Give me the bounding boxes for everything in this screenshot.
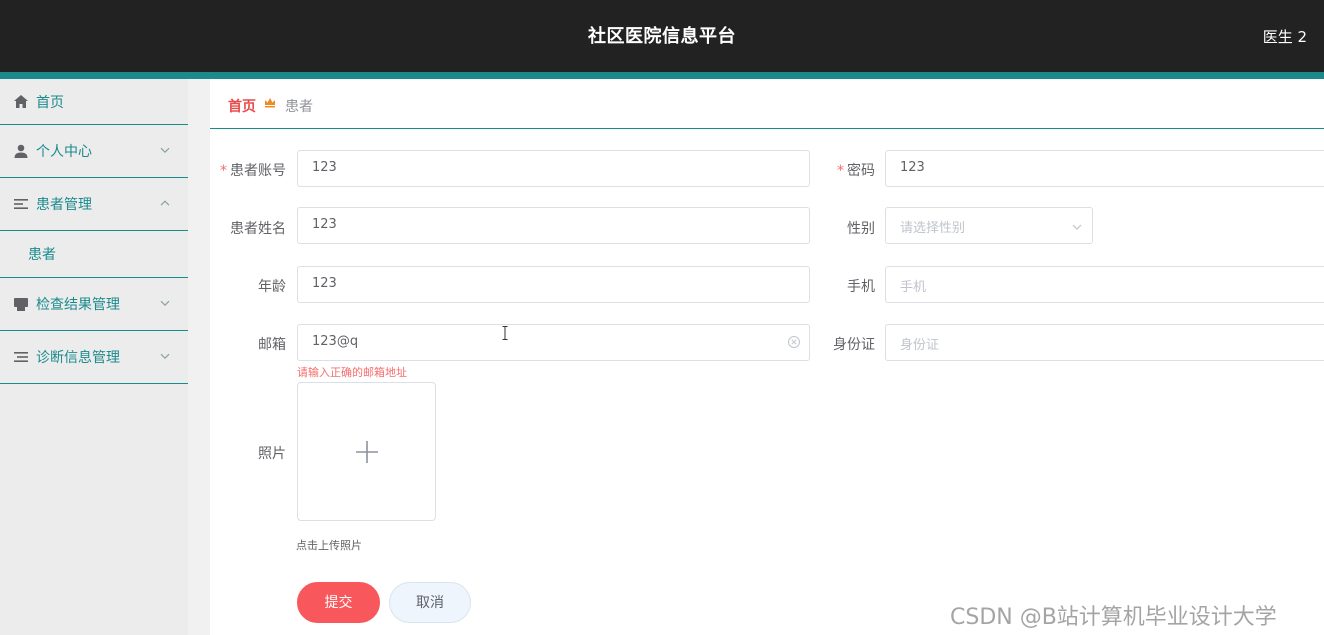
idcard-input[interactable]: 身份证 xyxy=(885,324,1324,361)
sidebar-subitem-patient[interactable]: 患者 xyxy=(0,231,188,278)
photo-label: 照片 xyxy=(258,446,286,462)
account-input[interactable]: 123 xyxy=(297,150,810,187)
sidebar-item-personal-center[interactable]: 个人中心 xyxy=(0,125,188,178)
crown-icon xyxy=(264,96,276,110)
watermark-text: CSDN @B站计算机毕业设计大学 xyxy=(950,605,1277,630)
sidebar-item-label: 诊断信息管理 xyxy=(36,350,120,366)
list-icon xyxy=(13,349,29,365)
phone-input[interactable]: 手机 xyxy=(885,266,1324,303)
chevron-down-icon xyxy=(1072,221,1082,231)
breadcrumb-home[interactable]: 首页 xyxy=(228,96,256,116)
name-label: 患者姓名 xyxy=(230,221,286,237)
password-label: * 密码 xyxy=(837,163,875,179)
name-input[interactable]: 123 xyxy=(297,207,810,244)
plus-icon xyxy=(356,441,378,463)
photo-upload-box[interactable] xyxy=(297,382,436,521)
home-icon xyxy=(13,94,29,110)
sidebar-item-exam-results[interactable]: 检查结果管理 xyxy=(0,278,188,331)
gender-label: 性别 xyxy=(847,221,875,237)
breadcrumb: 首页 患者 xyxy=(210,79,1324,129)
submit-button[interactable]: 提交 xyxy=(297,582,380,623)
age-label: 年龄 xyxy=(258,279,286,295)
chevron-down-icon xyxy=(160,349,170,362)
chevron-down-icon xyxy=(160,296,170,309)
sidebar-item-label: 个人中心 xyxy=(36,144,92,160)
upload-tip: 点击上传照片 xyxy=(296,539,362,552)
email-error-message: 请输入正确的邮箱地址 xyxy=(297,366,407,379)
chevron-down-icon xyxy=(160,143,170,156)
sidebar: 首页 个人中心 患者管理 患者 检查结果管理 诊断信息管理 xyxy=(0,79,188,635)
app-title: 社区医院信息平台 xyxy=(588,26,736,47)
chevron-up-icon xyxy=(160,196,170,209)
sidebar-item-label: 检查结果管理 xyxy=(36,297,120,313)
password-input[interactable]: 123 xyxy=(885,150,1324,187)
user-icon xyxy=(13,143,29,159)
current-user[interactable]: 医生 2 xyxy=(1263,26,1307,47)
breadcrumb-current: 患者 xyxy=(285,99,313,115)
required-mark: * xyxy=(837,163,844,179)
sidebar-item-diagnosis-info[interactable]: 诊断信息管理 xyxy=(0,331,188,384)
sidebar-item-label: 患者 xyxy=(28,247,56,263)
printer-icon xyxy=(13,296,29,312)
top-header: 社区医院信息平台 医生 2 xyxy=(0,0,1324,72)
required-mark: * xyxy=(220,163,227,179)
header-accent-strip xyxy=(0,72,1324,79)
sidebar-item-patient-management[interactable]: 患者管理 xyxy=(0,178,188,231)
idcard-label: 身份证 xyxy=(833,337,875,353)
sidebar-item-label: 首页 xyxy=(36,94,64,111)
text-cursor-icon xyxy=(502,326,508,340)
gender-select[interactable]: 请选择性别 xyxy=(885,207,1093,244)
sidebar-item-label: 患者管理 xyxy=(36,197,92,213)
list-icon xyxy=(13,196,29,212)
email-label: 邮箱 xyxy=(258,337,286,353)
phone-label: 手机 xyxy=(847,279,875,295)
email-input[interactable]: 123@q xyxy=(297,324,810,361)
main-content: 首页 患者 * 患者账号 123 * 密码 123 患者姓名 123 性别 请选择性… xyxy=(210,79,1324,635)
sidebar-item-home[interactable]: 首页 xyxy=(0,79,188,125)
account-label: * 患者账号 xyxy=(220,163,286,179)
cancel-button[interactable]: 取消 xyxy=(389,582,471,623)
age-input[interactable]: 123 xyxy=(297,266,810,303)
